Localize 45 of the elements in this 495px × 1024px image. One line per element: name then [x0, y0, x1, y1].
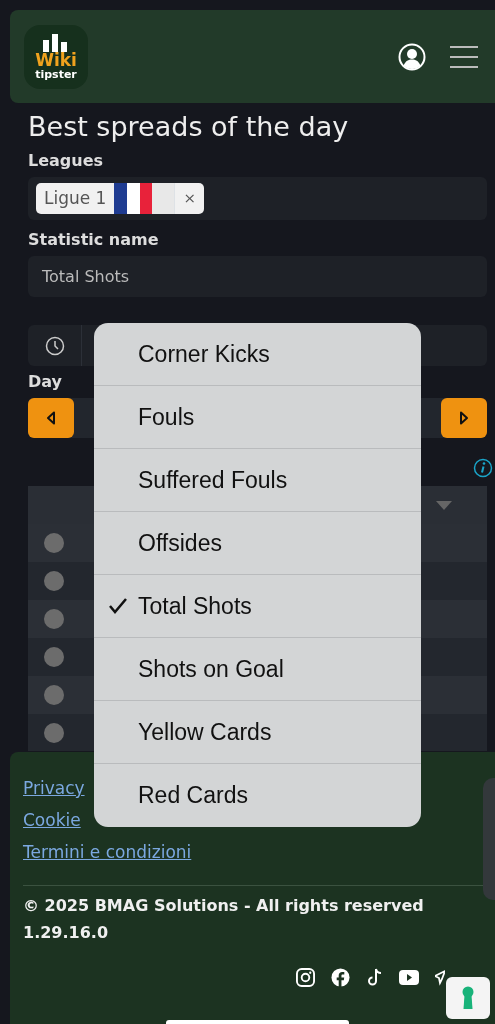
- copyright-text: © 2025 BMAG Solutions - All rights reserved: [23, 895, 425, 917]
- right-triangle-icon: [459, 411, 469, 426]
- radio-button[interactable]: [44, 647, 64, 668]
- menu-option[interactable]: Shots on Goal: [94, 638, 421, 701]
- version-text: 1.29.16.0: [23, 922, 110, 944]
- field-label: Leagues: [28, 150, 105, 173]
- menu-icon[interactable]: [450, 45, 478, 68]
- select-field[interactable]: Total Shots: [28, 256, 487, 298]
- clock-icon: [44, 335, 65, 356]
- radio-button[interactable]: [44, 723, 64, 744]
- menu-option[interactable]: Fouls: [94, 386, 421, 449]
- keyhole-icon: [461, 986, 475, 1010]
- footer-link[interactable]: Privacy: [23, 772, 85, 804]
- left-triangle-icon: [46, 411, 56, 426]
- menu-option[interactable]: Red Cards: [94, 764, 421, 827]
- menu-option[interactable]: Suffered Fouls: [94, 449, 421, 512]
- menu-option[interactable]: Total Shots: [94, 575, 421, 638]
- flag-icon: [114, 183, 175, 215]
- radio-button[interactable]: [44, 533, 64, 554]
- chip-label: Ligue 1: [43, 187, 108, 211]
- paper-plane-icon[interactable]: [435, 969, 445, 986]
- footer-link[interactable]: Cookie: [23, 804, 81, 836]
- scroll-handle[interactable]: [483, 778, 495, 900]
- page-title: Best spreads of the day: [28, 111, 350, 144]
- instagram-icon[interactable]: [296, 968, 315, 987]
- leagues-field[interactable]: Ligue 1 ×: [28, 177, 487, 221]
- sort-caret-icon[interactable]: [436, 500, 452, 510]
- video-play-icon[interactable]: [399, 970, 419, 985]
- user-icon[interactable]: [398, 42, 426, 71]
- footer-link[interactable]: Termini e condizioni: [23, 836, 192, 868]
- info-icon[interactable]: [473, 458, 493, 479]
- tiktok-icon[interactable]: [366, 968, 383, 987]
- menu-option[interactable]: Yellow Cards: [94, 701, 421, 764]
- radio-button[interactable]: [44, 571, 64, 592]
- radio-button[interactable]: [44, 685, 64, 706]
- next-button[interactable]: [441, 398, 487, 439]
- menu-option[interactable]: Corner Kicks: [94, 323, 421, 386]
- field-label: Statistic name: [28, 229, 160, 252]
- menu-option[interactable]: Offsides: [94, 512, 421, 575]
- logo[interactable]: Wiki tipster: [24, 24, 88, 89]
- remove-button[interactable]: ×: [174, 183, 204, 215]
- facebook-icon[interactable]: [331, 968, 350, 987]
- radio-button[interactable]: [44, 609, 64, 630]
- previous-button[interactable]: [28, 398, 74, 439]
- field-label: Day: [28, 371, 63, 394]
